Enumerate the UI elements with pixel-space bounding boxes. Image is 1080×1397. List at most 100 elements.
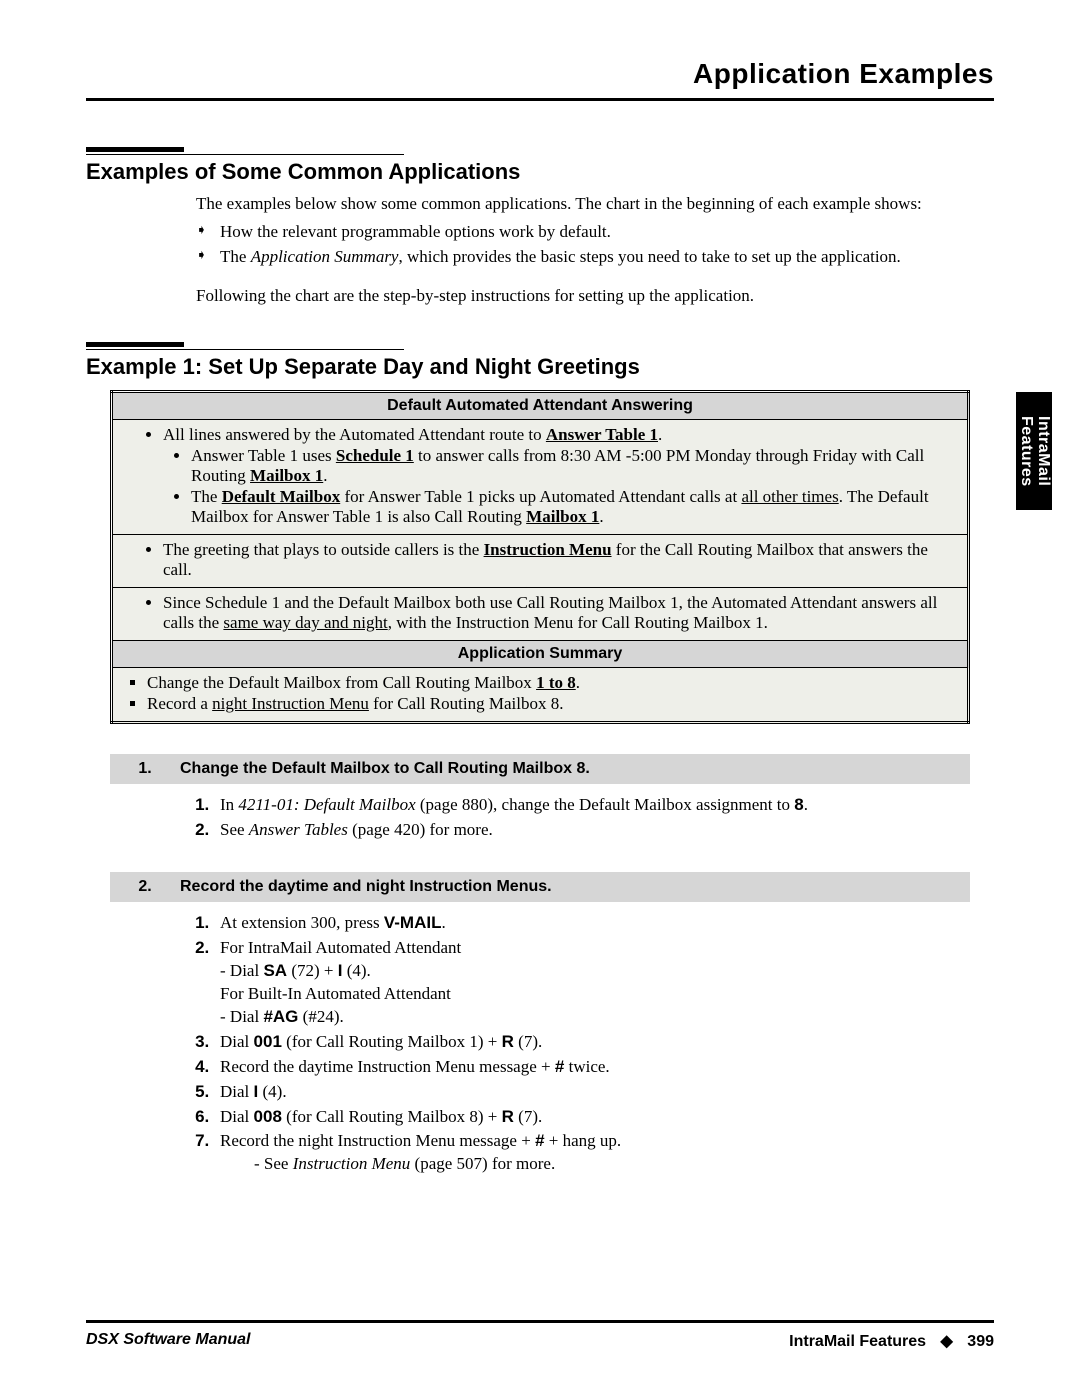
step2-title: Record the daytime and night Instruction… xyxy=(180,872,970,902)
txt: . xyxy=(599,507,603,526)
link-mailbox-1: Mailbox 1 xyxy=(250,466,323,485)
step2-number: 2. xyxy=(110,872,180,902)
section1-outro: Following the chart are the step-by-step… xyxy=(196,285,994,308)
txt: Record the daytime Instruction Menu mess… xyxy=(220,1057,555,1076)
txt: Answer Table 1 uses xyxy=(191,446,336,465)
t1r2-main: The greeting that plays to outside calle… xyxy=(163,540,953,580)
page: Application Examples Examples of Some Co… xyxy=(0,0,1080,1397)
t1r3-main: Since Schedule 1 and the Default Mailbox… xyxy=(163,593,953,633)
txt: Change the Default Mailbox from Call Rou… xyxy=(147,673,536,692)
footer-manual-name: DSX Software Manual xyxy=(86,1331,250,1351)
section2-heading-block: Example 1: Set Up Separate Day and Night… xyxy=(86,342,994,380)
side-tab-intramail-features: IntraMail Features xyxy=(1016,392,1052,510)
table1-row3: Since Schedule 1 and the Default Mailbox… xyxy=(112,588,969,641)
section1-heading-block: Examples of Some Common Applications xyxy=(86,147,994,185)
underline-text: same way day and night xyxy=(223,613,387,632)
underline-text: all other times xyxy=(741,487,838,506)
txt: At extension 300, press xyxy=(220,913,384,932)
footer-page-number: 399 xyxy=(967,1333,994,1350)
table1-summary: Change the Default Mailbox from Call Rou… xyxy=(112,668,969,723)
step2-item2: For IntraMail Automated Attendant - Dial… xyxy=(214,937,994,1029)
key-008: 008 xyxy=(254,1107,282,1126)
heading-accent-bar xyxy=(86,342,184,347)
example1-table: Default Automated Attendant Answering Al… xyxy=(110,390,970,724)
footer-right: IntraMail Features ◆ 399 xyxy=(789,1331,994,1351)
link-1-to-8: 1 to 8 xyxy=(536,673,576,692)
txt: (7). xyxy=(514,1107,542,1126)
txt: (page 880), change the Default Mailbox a… xyxy=(420,795,794,814)
txt: For Built-In Automated Attendant xyxy=(220,984,451,1003)
side-tab-line2: Features xyxy=(1018,416,1035,487)
link-answer-table-1: Answer Table 1 xyxy=(546,425,658,444)
txt: twice. xyxy=(564,1057,609,1076)
txt: The greeting that plays to outside calle… xyxy=(163,540,484,559)
step1-number: 1. xyxy=(110,754,180,784)
step1-list: In 4211-01: Default Mailbox (page 880), … xyxy=(214,794,994,842)
txt: (page 507) for more. xyxy=(415,1154,556,1173)
summary-item-2: Record a night Instruction Menu for Call… xyxy=(147,694,953,714)
section1-bullet-list: How the relevant programmable options wo… xyxy=(196,220,994,269)
link-default-mailbox: Default Mailbox xyxy=(222,487,341,506)
footer-rule xyxy=(86,1320,994,1323)
table1-header2: Application Summary xyxy=(112,641,969,668)
txt: , which provides the basic steps you nee… xyxy=(398,247,900,266)
key-vmail: V-MAIL xyxy=(384,913,442,932)
txt: (72) + xyxy=(287,961,338,980)
txt: + hang up. xyxy=(545,1131,622,1150)
page-footer: DSX Software Manual IntraMail Features ◆… xyxy=(86,1320,994,1351)
underline-text: night Instruction Menu xyxy=(212,694,369,713)
txt: For IntraMail Automated Attendant xyxy=(220,938,461,957)
step2-item1: At extension 300, press V-MAIL. xyxy=(214,912,994,935)
key-r-2: R xyxy=(502,1107,514,1126)
link-schedule-1: Schedule 1 xyxy=(336,446,414,465)
step1-header-row: 1. Change the Default Mailbox to Call Ro… xyxy=(110,754,970,784)
header-rule xyxy=(86,98,994,101)
section2-title: Example 1: Set Up Separate Day and Night… xyxy=(86,354,994,380)
txt: Dial xyxy=(220,1082,254,1101)
txt: In xyxy=(220,795,238,814)
heading-underline xyxy=(86,154,404,155)
txt: Dial xyxy=(220,1032,254,1051)
t1r1-main: All lines answered by the Automated Atte… xyxy=(163,425,953,527)
table1-header: Default Automated Attendant Answering xyxy=(112,392,969,420)
table1-row1: All lines answered by the Automated Atte… xyxy=(112,420,969,535)
ref-instruction-menu: Instruction Menu xyxy=(293,1154,415,1173)
side-tab-line1: IntraMail xyxy=(1035,416,1052,486)
section1-bullet-1: How the relevant programmable options wo… xyxy=(196,220,994,245)
txt: (4). xyxy=(258,1082,286,1101)
t1r1-sub1: Answer Table 1 uses Schedule 1 to answer… xyxy=(191,446,953,486)
section1-title: Examples of Some Common Applications xyxy=(86,159,994,185)
txt: Record the night Instruction Menu messag… xyxy=(220,1131,535,1150)
step1-item1: In 4211-01: Default Mailbox (page 880), … xyxy=(214,794,994,817)
t1r1-sub2: The Default Mailbox for Answer Table 1 p… xyxy=(191,487,953,527)
txt: Dial xyxy=(220,1107,254,1126)
key-001: 001 xyxy=(254,1032,282,1051)
section1-intro: The examples below show some common appl… xyxy=(196,193,994,216)
txt: (for Call Routing Mailbox 8) + xyxy=(282,1107,502,1126)
txt: - Dial xyxy=(220,961,263,980)
txt: - Dial xyxy=(220,1007,263,1026)
txt: All lines answered by the Automated Atte… xyxy=(163,425,546,444)
example1-table-wrap: Default Automated Attendant Answering Al… xyxy=(110,390,970,724)
step2-item7-sub: - See Instruction Menu (page 507) for mo… xyxy=(254,1153,994,1176)
step2-item3: Dial 001 (for Call Routing Mailbox 1) + … xyxy=(214,1031,994,1054)
txt: The xyxy=(220,247,251,266)
txt: (#24). xyxy=(298,1007,343,1026)
txt: (4). xyxy=(342,961,370,980)
bold-8: 8 xyxy=(794,795,803,814)
step1-title: Change the Default Mailbox to Call Routi… xyxy=(180,754,970,784)
txt: . xyxy=(323,466,327,485)
txt: Record a xyxy=(147,694,212,713)
ref-4211-01: 4211-01: Default Mailbox xyxy=(238,795,419,814)
key-hash-ag: #AG xyxy=(263,1007,298,1026)
diamond-icon: ◆ xyxy=(941,1333,953,1350)
txt: (7). xyxy=(514,1032,542,1051)
step2-item4: Record the daytime Instruction Menu mess… xyxy=(214,1056,994,1079)
step2-item7: Record the night Instruction Menu messag… xyxy=(214,1130,994,1176)
emph: Application Summary xyxy=(251,247,399,266)
heading-accent-bar xyxy=(86,147,184,152)
link-mailbox-1b: Mailbox 1 xyxy=(526,507,599,526)
footer-section-label: IntraMail Features xyxy=(789,1333,926,1350)
step2-item5: Dial I (4). xyxy=(214,1081,994,1104)
txt: (page 420) for more. xyxy=(352,820,493,839)
